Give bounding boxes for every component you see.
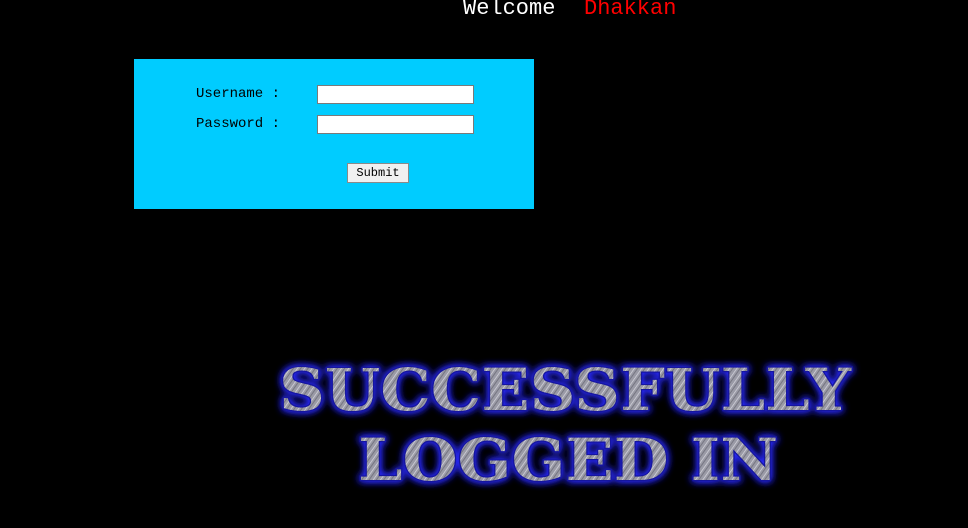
password-input[interactable] [317,115,474,134]
username-label: Username : [196,86,281,102]
user-name: Dhakkan [584,0,677,21]
password-label: Password : [196,116,281,132]
submit-button[interactable]: Submit [347,163,409,183]
welcome-header: Welcome Dhakkan [0,0,968,24]
success-line-2: LOGGED IN [358,426,778,494]
login-form: Username : Password : Submit [134,59,534,209]
username-input[interactable] [317,85,474,104]
success-banner: SUCCESSFULLY LOGGED IN [260,348,880,498]
success-line-1: SUCCESSFULLY [279,356,852,424]
welcome-text: Welcome [463,0,556,21]
success-banner-image: SUCCESSFULLY LOGGED IN [278,355,853,496]
